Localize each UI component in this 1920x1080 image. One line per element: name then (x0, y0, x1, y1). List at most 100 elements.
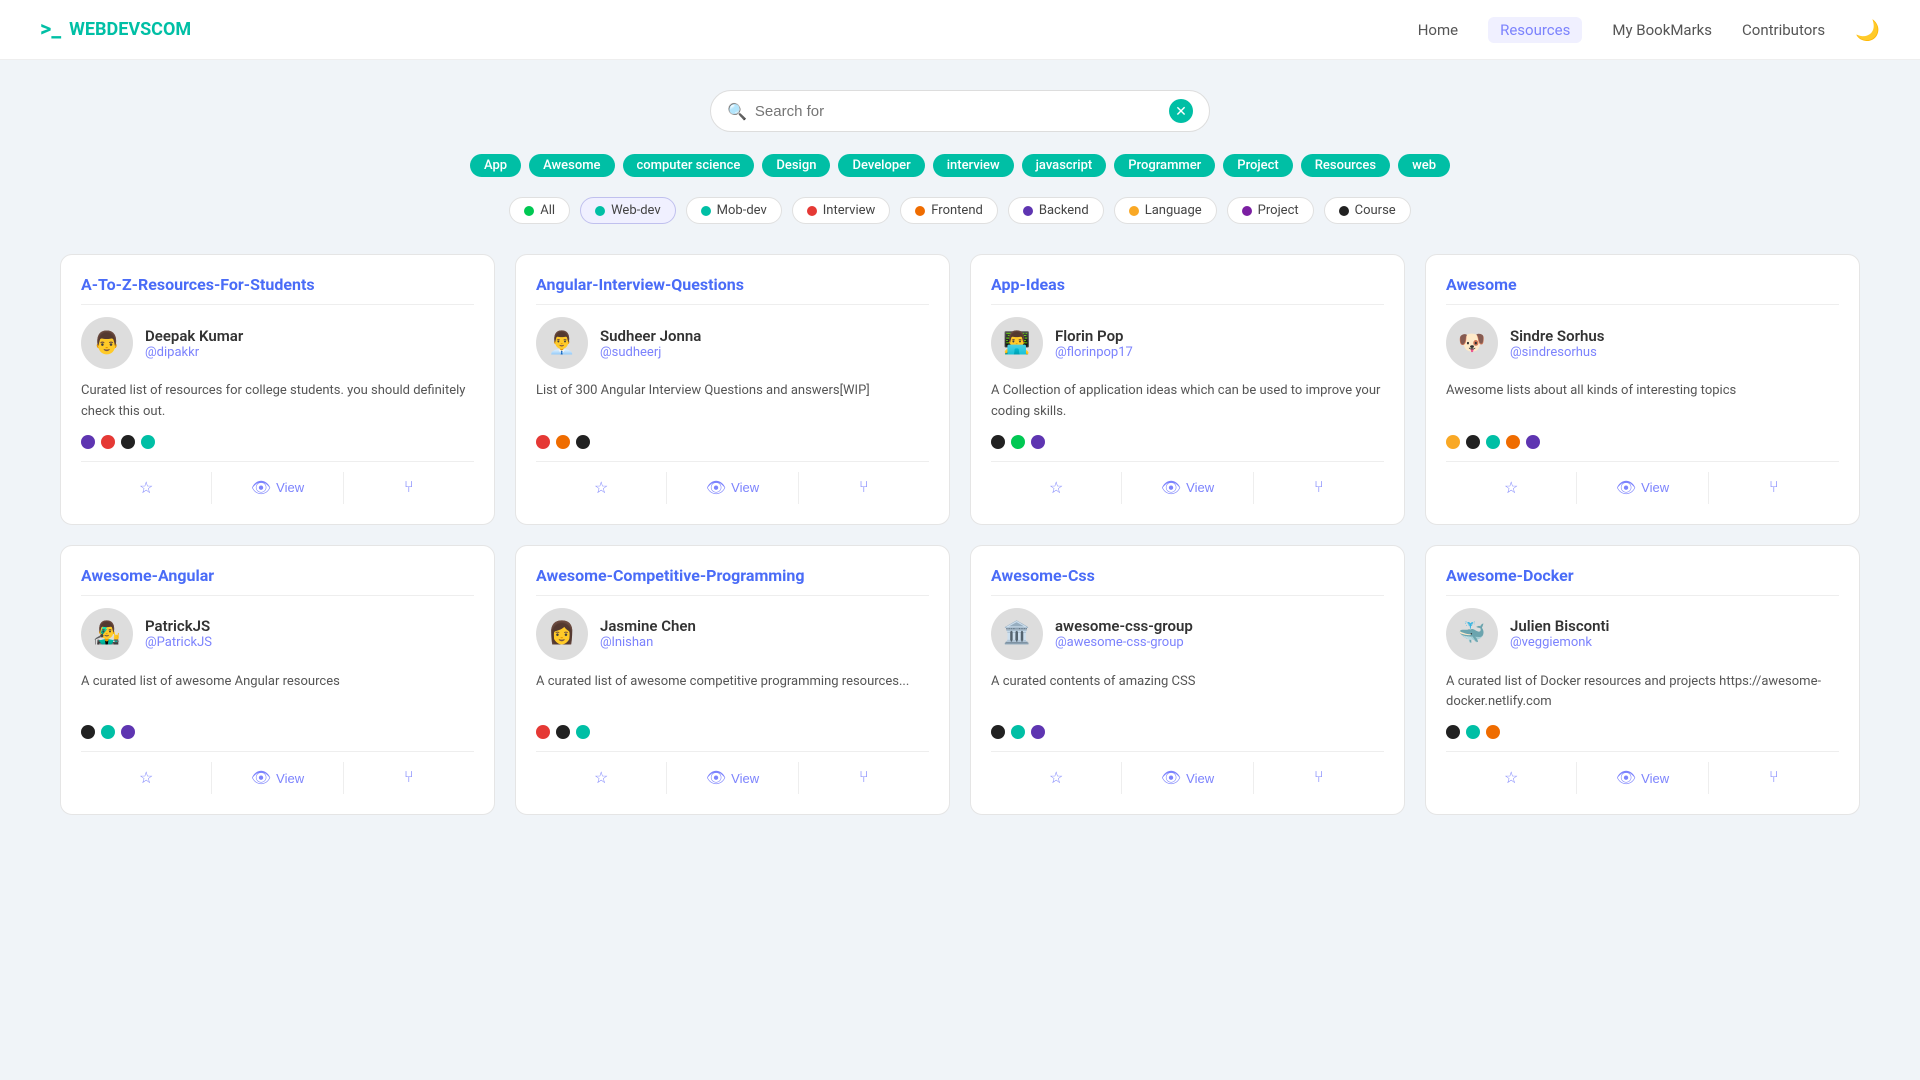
card-actions: ☆ 👁View⑂ (1446, 751, 1839, 794)
filter-dot (1339, 206, 1349, 216)
filter-all[interactable]: All (509, 197, 570, 224)
card-dot (1526, 435, 1540, 449)
bookmark-button[interactable]: ☆ (81, 472, 212, 504)
fork-button[interactable]: ⑂ (344, 762, 474, 794)
search-input[interactable] (755, 103, 1161, 120)
bookmark-button[interactable]: ☆ (1446, 472, 1577, 504)
filter-frontend[interactable]: Frontend (900, 197, 998, 224)
author-handle[interactable]: @florinpop17 (1055, 345, 1133, 360)
card-dot (1031, 435, 1045, 449)
bookmark-button[interactable]: ☆ (991, 472, 1122, 504)
card-title[interactable]: Awesome-Css (991, 566, 1384, 596)
author-name: Florin Pop (1055, 327, 1133, 345)
bookmark-icon: ☆ (1504, 768, 1518, 788)
avatar: 👨‍💼 (536, 317, 588, 369)
view-label: View (1186, 771, 1214, 786)
card-actions: ☆👁View⑂ (536, 461, 929, 504)
view-button[interactable]: 👁View (1577, 762, 1708, 794)
card-dot (101, 435, 115, 449)
fork-button[interactable]: ⑂ (1254, 762, 1384, 794)
tag-developer[interactable]: Developer (838, 154, 924, 177)
card-0: A-To-Z-Resources-For-Students👨Deepak Kum… (60, 254, 495, 525)
card-actions: ☆👁View⑂ (991, 461, 1384, 504)
fork-button[interactable]: ⑂ (799, 762, 929, 794)
card-actions: ☆👁View⑂ (81, 751, 474, 794)
author-handle[interactable]: @sindresorhus (1510, 345, 1604, 360)
tag-web[interactable]: web (1398, 154, 1450, 177)
card-description: A curated list of awesome competitive pr… (536, 672, 929, 714)
filter-language[interactable]: Language (1114, 197, 1217, 224)
fork-button[interactable]: ⑂ (344, 472, 474, 504)
logo-link[interactable]: >_ WEBDEVSCOM (40, 17, 191, 42)
fork-icon: ⑂ (1314, 769, 1324, 787)
bookmark-button[interactable]: ☆ (536, 472, 667, 504)
nav-resources[interactable]: Resources (1488, 17, 1582, 43)
card-dot (81, 435, 95, 449)
eye-icon: 👁 (706, 478, 726, 498)
author-handle[interactable]: @lnishan (600, 635, 696, 650)
card-author: 👨‍💼Sudheer Jonna@sudheerj (536, 317, 929, 369)
filter-label: Language (1145, 203, 1202, 218)
filter-mob-dev[interactable]: Mob-dev (686, 197, 782, 224)
bookmark-button[interactable]: ☆ (536, 762, 667, 794)
search-clear-button[interactable]: ✕ (1169, 99, 1193, 123)
tag-design[interactable]: Design (762, 154, 830, 177)
card-7: Awesome-Docker🐳Julien Bisconti@veggiemon… (1425, 545, 1860, 816)
card-title[interactable]: Awesome-Docker (1446, 566, 1839, 596)
view-label: View (276, 771, 304, 786)
filter-interview[interactable]: Interview (792, 197, 891, 224)
author-handle[interactable]: @dipakkr (145, 345, 243, 360)
navbar: >_ WEBDEVSCOM Home Resources My BookMark… (0, 0, 1920, 60)
filter-web-dev[interactable]: Web-dev (580, 197, 676, 224)
author-name: Julien Bisconti (1510, 617, 1609, 635)
nav-bookmarks[interactable]: My BookMarks (1612, 21, 1712, 39)
tag-resources[interactable]: Resources (1301, 154, 1390, 177)
nav-links: Home Resources My BookMarks Contributors… (1418, 18, 1880, 42)
card-dots (991, 435, 1384, 449)
avatar: 👩 (536, 608, 588, 660)
view-button[interactable]: 👁View (212, 472, 343, 504)
tag-computer-science[interactable]: computer science (623, 154, 755, 177)
filter-label: Course (1355, 203, 1396, 218)
card-title[interactable]: A-To-Z-Resources-For-Students (81, 275, 474, 305)
card-description: Awesome lists about all kinds of interes… (1446, 381, 1839, 423)
card-title[interactable]: Angular-Interview-Questions (536, 275, 929, 305)
bookmark-button[interactable]: ☆ (81, 762, 212, 794)
card-description: A Collection of application ideas which … (991, 381, 1384, 423)
author-handle[interactable]: @veggiemonk (1510, 635, 1609, 650)
filter-backend[interactable]: Backend (1008, 197, 1104, 224)
view-button[interactable]: 👁View (212, 762, 343, 794)
tag-programmer[interactable]: Programmer (1114, 154, 1215, 177)
card-title[interactable]: Awesome-Competitive-Programming (536, 566, 929, 596)
author-handle[interactable]: @awesome-css-group (1055, 635, 1193, 650)
author-handle[interactable]: @sudheerj (600, 345, 701, 360)
view-button[interactable]: 👁View (1577, 472, 1708, 504)
nav-contributors[interactable]: Contributors (1742, 21, 1825, 39)
tag-project[interactable]: Project (1223, 154, 1292, 177)
card-title[interactable]: Awesome (1446, 275, 1839, 305)
dark-mode-toggle[interactable]: 🌙 (1855, 18, 1880, 42)
filter-course[interactable]: Course (1324, 197, 1411, 224)
view-button[interactable]: 👁View (667, 472, 798, 504)
author-handle[interactable]: @PatrickJS (145, 635, 212, 650)
fork-button[interactable]: ⑂ (1254, 472, 1384, 504)
view-button[interactable]: 👁View (667, 762, 798, 794)
tag-javascript[interactable]: javascript (1022, 154, 1107, 177)
view-button[interactable]: 👁View (1122, 472, 1253, 504)
tag-app[interactable]: App (470, 154, 521, 177)
fork-button[interactable]: ⑂ (1709, 472, 1839, 504)
bookmark-button[interactable]: ☆ (1446, 762, 1577, 794)
tag-awesome[interactable]: Awesome (529, 154, 614, 177)
author-name: Jasmine Chen (600, 617, 696, 635)
bookmark-button[interactable]: ☆ (991, 762, 1122, 794)
filter-row: All Web-dev Mob-dev Interview Frontend Backen… (0, 189, 1920, 244)
nav-home[interactable]: Home (1418, 21, 1458, 39)
fork-button[interactable]: ⑂ (799, 472, 929, 504)
card-title[interactable]: Awesome-Angular (81, 566, 474, 596)
filter-project[interactable]: Project (1227, 197, 1314, 224)
tag-interview[interactable]: interview (933, 154, 1014, 177)
view-button[interactable]: 👁View (1122, 762, 1253, 794)
card-title[interactable]: App-Ideas (991, 275, 1384, 305)
fork-button[interactable]: ⑂ (1709, 762, 1839, 794)
filter-dot (701, 206, 711, 216)
